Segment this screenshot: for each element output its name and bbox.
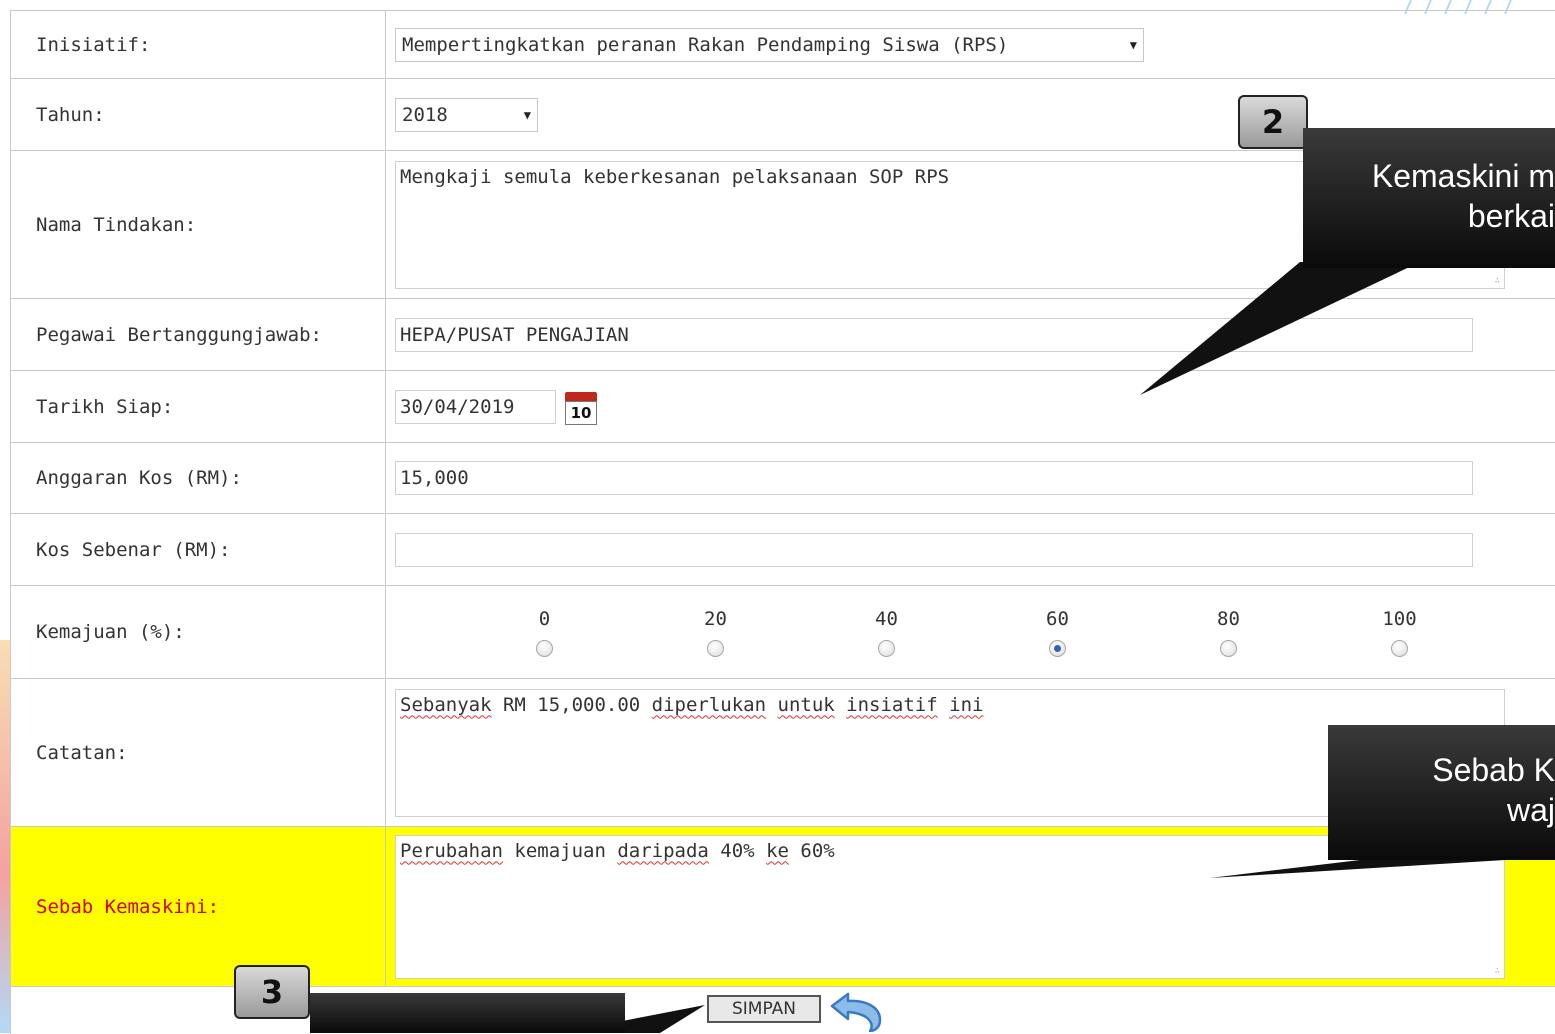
callout-2-line2: berkai bbox=[1303, 196, 1555, 236]
callout-2-line1: Kemaskini m bbox=[1303, 156, 1555, 196]
step-badge-3: 3 bbox=[234, 965, 310, 1019]
callout-sebab-line1: Sebab K bbox=[1328, 750, 1555, 790]
callout-3 bbox=[310, 993, 625, 1033]
step-badge-2: 2 bbox=[1238, 95, 1308, 149]
callout-2-pointer bbox=[1140, 262, 1420, 395]
callout-sebab: Sebab K waj bbox=[1328, 725, 1555, 860]
callout-2: Kemaskini m berkai bbox=[1303, 128, 1555, 268]
callout-sebab-pointer bbox=[1210, 860, 1505, 878]
callout-sebab-line2: waj bbox=[1328, 790, 1555, 830]
